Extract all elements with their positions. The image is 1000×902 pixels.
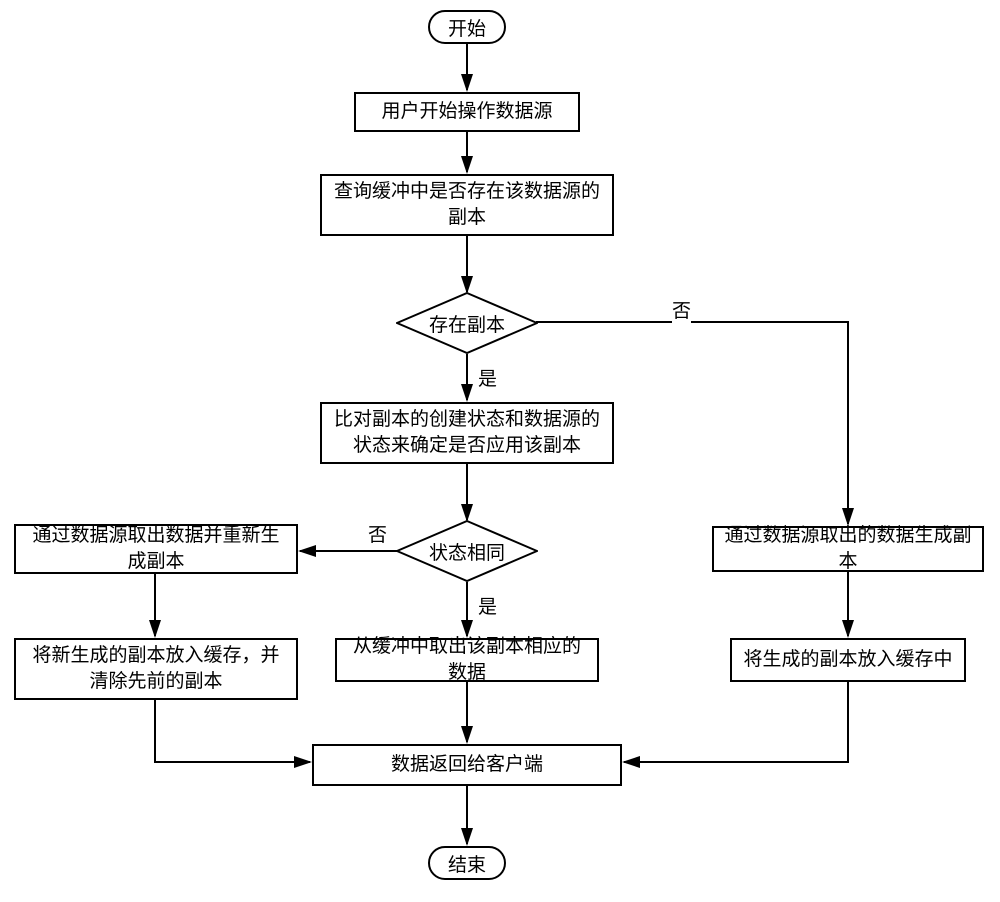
label-d1-no: 否 bbox=[672, 296, 691, 323]
terminator-end: 结束 bbox=[428, 846, 506, 880]
decision-label: 存在副本 bbox=[429, 310, 505, 337]
process-put-new-clear-old: 将新生成的副本放入缓存，并清除先前的副本 bbox=[14, 638, 298, 700]
process-compare-state: 比对副本的创建状态和数据源的状态来确定是否应用该副本 bbox=[320, 402, 614, 464]
process-label: 用户开始操作数据源 bbox=[381, 99, 552, 125]
decision-same-state: 状态相同 bbox=[396, 520, 538, 582]
decision-has-replica: 存在副本 bbox=[396, 292, 538, 354]
process-label: 将生成的副本放入缓存中 bbox=[743, 647, 952, 673]
label-d2-yes: 是 bbox=[478, 592, 497, 619]
process-label: 从缓冲中取出该副本相应的数据 bbox=[345, 634, 589, 685]
process-label: 通过数据源取出的数据生成副本 bbox=[722, 523, 974, 574]
terminator-end-label: 结束 bbox=[448, 850, 486, 877]
process-generate-from-source: 通过数据源取出的数据生成副本 bbox=[712, 526, 984, 572]
process-query-buffer: 查询缓冲中是否存在该数据源的副本 bbox=[320, 174, 614, 236]
label-d2-no: 否 bbox=[368, 520, 387, 547]
process-label: 将新生成的副本放入缓存，并清除先前的副本 bbox=[24, 643, 288, 694]
process-label: 数据返回给客户端 bbox=[391, 752, 543, 778]
terminator-start-label: 开始 bbox=[448, 14, 486, 41]
label-d1-yes: 是 bbox=[478, 364, 497, 391]
terminator-start: 开始 bbox=[428, 10, 506, 44]
process-return-client: 数据返回给客户端 bbox=[312, 744, 622, 786]
process-label: 通过数据源取出数据并重新生成副本 bbox=[24, 523, 288, 574]
process-get-from-buffer: 从缓冲中取出该副本相应的数据 bbox=[335, 638, 599, 682]
process-label: 查询缓冲中是否存在该数据源的副本 bbox=[330, 179, 604, 230]
process-label: 比对副本的创建状态和数据源的状态来确定是否应用该副本 bbox=[330, 407, 604, 458]
process-user-operate: 用户开始操作数据源 bbox=[354, 92, 580, 132]
process-regenerate-replica: 通过数据源取出数据并重新生成副本 bbox=[14, 524, 298, 574]
decision-label: 状态相同 bbox=[429, 538, 505, 565]
process-put-to-cache: 将生成的副本放入缓存中 bbox=[730, 638, 966, 682]
